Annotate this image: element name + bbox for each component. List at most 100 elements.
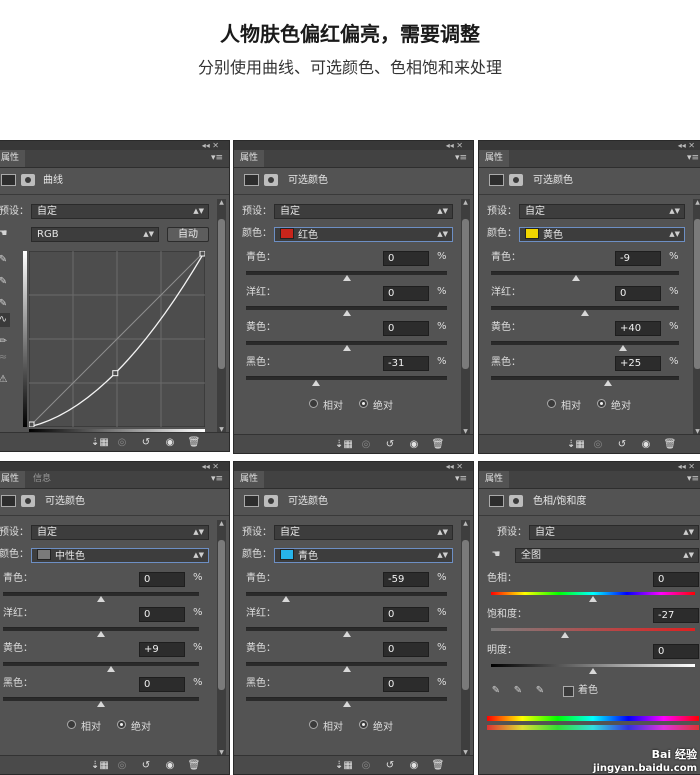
- absolute-radio[interactable]: [597, 399, 606, 408]
- scroll-up-icon[interactable]: ▲: [461, 520, 470, 527]
- auto-button[interactable]: 自动: [167, 227, 209, 242]
- visibility-icon[interactable]: ◉: [639, 439, 653, 450]
- row-value-field[interactable]: 0: [383, 251, 429, 266]
- delete-icon[interactable]: 🗑: [431, 439, 445, 450]
- tab-properties[interactable]: 属性: [0, 150, 26, 167]
- relative-radio[interactable]: [309, 399, 318, 408]
- reset-icon[interactable]: ↺: [139, 437, 153, 448]
- curve-graph[interactable]: [29, 251, 205, 427]
- curve-control-point[interactable]: [199, 251, 205, 257]
- row-value-field[interactable]: 0: [383, 286, 429, 301]
- relative-radio[interactable]: [547, 399, 556, 408]
- absolute-radio[interactable]: [359, 399, 368, 408]
- tab-properties[interactable]: 属性: [234, 471, 265, 488]
- eyedropper-icon[interactable]: ✎: [489, 684, 503, 698]
- view-previous-icon[interactable]: ◎: [359, 760, 373, 771]
- eyedropper-minus-icon[interactable]: ✎: [533, 684, 547, 698]
- panel-menu-icon[interactable]: ▾≡: [687, 471, 699, 488]
- eyedropper-plus-icon[interactable]: ✎: [511, 684, 525, 698]
- row-slider-thumb[interactable]: [619, 345, 627, 351]
- reset-icon[interactable]: ↺: [139, 760, 153, 771]
- delete-icon[interactable]: 🗑: [663, 439, 677, 450]
- delete-icon[interactable]: 🗑: [431, 760, 445, 771]
- clip-to-layer-icon[interactable]: ⇣▦: [91, 760, 109, 771]
- saturation-slider-thumb[interactable]: [561, 632, 569, 638]
- scroll-up-icon[interactable]: ▲: [461, 199, 470, 206]
- visibility-icon[interactable]: ◉: [163, 760, 177, 771]
- row-slider-thumb[interactable]: [343, 666, 351, 672]
- row-value-field[interactable]: 0: [139, 677, 185, 692]
- layer-mask-icon[interactable]: [264, 495, 278, 507]
- colors-select[interactable]: 红色 ▲▼: [274, 227, 453, 242]
- collapse-icon[interactable]: ◂◂ ✕: [678, 141, 695, 150]
- row-slider-track[interactable]: [246, 592, 447, 596]
- lightness-slider-thumb[interactable]: [589, 668, 597, 674]
- preset-select[interactable]: 自定 ▲▼: [274, 204, 453, 219]
- tab-properties[interactable]: 属性: [479, 150, 510, 167]
- collapse-icon[interactable]: ◂◂ ✕: [678, 462, 695, 471]
- reset-icon[interactable]: ↺: [383, 439, 397, 450]
- clip-to-layer-icon[interactable]: ⇣▦: [567, 439, 585, 450]
- scrollbar[interactable]: ▲ ▼: [217, 199, 226, 433]
- colors-select[interactable]: 黄色 ▲▼: [519, 227, 685, 242]
- row-value-field[interactable]: 0: [615, 286, 661, 301]
- panel-menu-icon[interactable]: ▾≡: [455, 150, 467, 167]
- row-slider-track[interactable]: [3, 662, 199, 666]
- eyedropper-gray-icon[interactable]: ✎: [0, 275, 10, 289]
- layer-mask-icon[interactable]: [509, 174, 523, 186]
- relative-radio[interactable]: [67, 720, 76, 729]
- row-slider-thumb[interactable]: [343, 701, 351, 707]
- collapse-icon[interactable]: ◂◂ ✕: [202, 462, 219, 471]
- row-slider-thumb[interactable]: [343, 275, 351, 281]
- scroll-thumb[interactable]: [462, 219, 469, 369]
- scroll-up-icon[interactable]: ▲: [693, 199, 700, 206]
- reset-icon[interactable]: ↺: [383, 760, 397, 771]
- saturation-value-field[interactable]: -27: [653, 608, 699, 623]
- tab-properties[interactable]: 属性: [234, 150, 265, 167]
- layer-mask-icon[interactable]: [264, 174, 278, 186]
- layer-mask-icon[interactable]: [509, 495, 523, 507]
- hue-slider-thumb[interactable]: [589, 596, 597, 602]
- row-value-field[interactable]: +40: [615, 321, 661, 336]
- hand-target-icon[interactable]: ☚: [489, 548, 503, 562]
- visibility-icon[interactable]: ◉: [407, 439, 421, 450]
- row-slider-thumb[interactable]: [282, 596, 290, 602]
- scroll-thumb[interactable]: [462, 540, 469, 690]
- curve-control-point[interactable]: [29, 421, 35, 427]
- absolute-radio[interactable]: [117, 720, 126, 729]
- scroll-up-icon[interactable]: ▲: [217, 520, 226, 527]
- view-previous-icon[interactable]: ◎: [359, 439, 373, 450]
- curve-edit-icon[interactable]: ∿: [0, 313, 10, 327]
- colorize-checkbox[interactable]: [563, 686, 574, 697]
- tab-properties[interactable]: 属性: [479, 471, 510, 488]
- row-slider-thumb[interactable]: [572, 275, 580, 281]
- preset-select[interactable]: 自定 ▲▼: [529, 525, 699, 540]
- layer-mask-icon[interactable]: [21, 495, 35, 507]
- row-slider-thumb[interactable]: [107, 666, 115, 672]
- row-value-field[interactable]: 0: [139, 572, 185, 587]
- row-slider-thumb[interactable]: [343, 345, 351, 351]
- tab-properties[interactable]: 属性: [0, 471, 26, 488]
- view-previous-icon[interactable]: ◎: [591, 439, 605, 450]
- row-value-field[interactable]: +9: [139, 642, 185, 657]
- visibility-icon[interactable]: ◉: [407, 760, 421, 771]
- row-slider-thumb[interactable]: [97, 701, 105, 707]
- tab-info[interactable]: 信息: [27, 471, 57, 488]
- range-select[interactable]: 全图 ▲▼: [515, 548, 699, 563]
- collapse-icon[interactable]: ◂◂ ✕: [446, 462, 463, 471]
- row-slider-thumb[interactable]: [97, 631, 105, 637]
- row-slider-thumb[interactable]: [581, 310, 589, 316]
- colors-select[interactable]: 中性色 ▲▼: [31, 548, 209, 563]
- scrollbar[interactable]: ▲ ▼: [693, 199, 700, 435]
- preset-select[interactable]: 自定 ▲▼: [519, 204, 685, 219]
- scrollbar[interactable]: ▲ ▼: [461, 199, 470, 435]
- delete-icon[interactable]: 🗑: [187, 760, 201, 771]
- row-value-field[interactable]: 0: [383, 642, 429, 657]
- reset-icon[interactable]: ↺: [615, 439, 629, 450]
- clip-to-layer-icon[interactable]: ⇣▦: [91, 437, 109, 448]
- collapse-icon[interactable]: ◂◂ ✕: [446, 141, 463, 150]
- scrollbar[interactable]: ▲ ▼: [461, 520, 470, 756]
- row-slider-thumb[interactable]: [312, 380, 320, 386]
- preset-select[interactable]: 自定 ▲▼: [31, 204, 209, 219]
- view-previous-icon[interactable]: ◎: [115, 760, 129, 771]
